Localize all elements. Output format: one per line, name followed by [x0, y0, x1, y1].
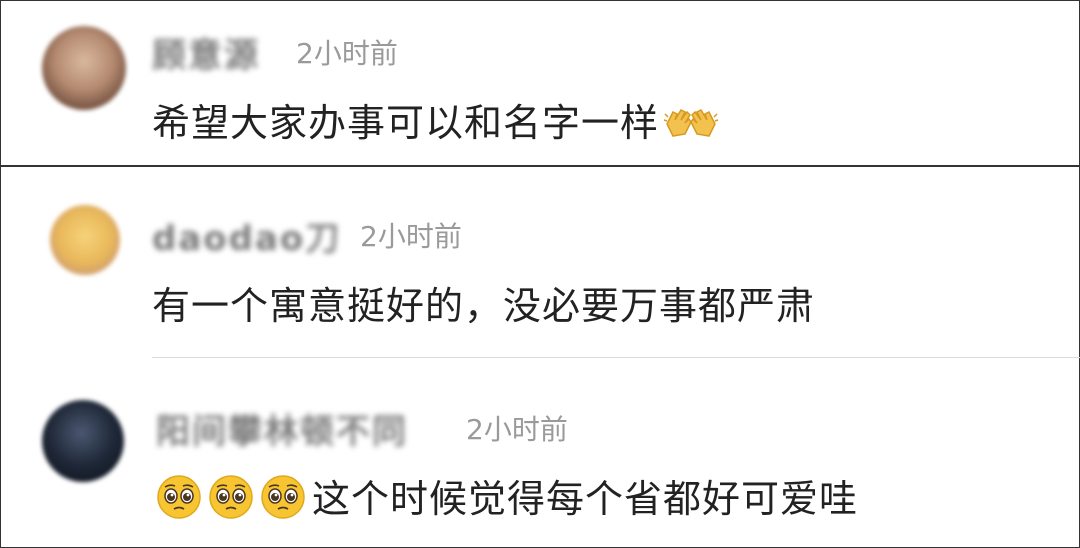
- user-avatar[interactable]: [50, 205, 120, 275]
- username[interactable]: 顾意源: [152, 28, 260, 77]
- user-avatar[interactable]: [42, 400, 124, 482]
- timestamp: 2小时前: [360, 220, 462, 253]
- pleading-face-icon: [261, 475, 305, 519]
- comment-item-3: 阳间攀林顿不同 2小时前 这个时候觉得每个省都好可爱哇: [0, 358, 1080, 548]
- comment-text: 有一个寓意挺好的，没必要万事都严肃: [152, 284, 816, 328]
- comment-item-1: 顾意源 2小时前 希望大家办事可以和名字一样: [0, 0, 1080, 165]
- timestamp: 2小时前: [296, 37, 398, 70]
- timestamp: 2小时前: [466, 413, 568, 446]
- user-avatar[interactable]: [42, 26, 126, 110]
- username[interactable]: 阳间攀林顿不同: [156, 404, 408, 453]
- comment-item-2: daodao刀 2小时前 有一个寓意挺好的，没必要万事都严肃: [0, 167, 1080, 357]
- username[interactable]: daodao刀: [152, 211, 341, 260]
- comment-text: 这个时候觉得每个省都好可爱哇: [312, 477, 859, 521]
- comment-text-row: 希望大家办事可以和名字一样: [152, 92, 719, 147]
- comment-text: 希望大家办事可以和名字一样: [152, 101, 660, 145]
- open-hands-icon: [663, 109, 719, 137]
- pleading-face-icon: [209, 475, 253, 519]
- comment-text-row: 这个时候觉得每个省都好可爱哇: [156, 468, 858, 523]
- pleading-face-icon: [157, 475, 201, 519]
